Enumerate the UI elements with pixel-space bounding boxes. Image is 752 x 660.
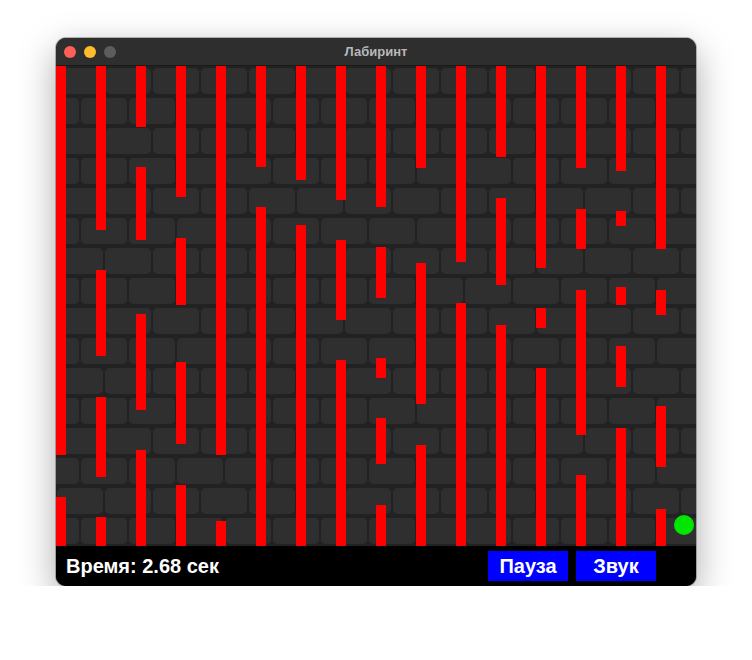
maze-wall xyxy=(576,475,586,546)
timer-label: Время: 2.68 сек xyxy=(66,551,219,581)
window-controls xyxy=(64,38,116,66)
maze-wall xyxy=(656,290,666,315)
pause-button[interactable]: Пауза xyxy=(488,551,568,581)
maze-wall xyxy=(136,66,146,127)
maze-wall xyxy=(616,66,626,171)
maze-wall xyxy=(216,66,226,455)
maze-wall xyxy=(536,368,546,546)
maze-wall xyxy=(416,263,426,404)
maze-wall xyxy=(416,66,426,168)
maze-wall xyxy=(56,497,66,546)
maze-wall xyxy=(376,505,386,546)
maze-wall xyxy=(576,209,586,249)
maze-wall xyxy=(216,521,226,546)
player-ball[interactable] xyxy=(674,515,694,535)
game-window: Лабиринт Время: 2.68 сек Пауза Звук xyxy=(56,38,696,586)
maze-wall xyxy=(296,66,306,180)
zoom-icon[interactable] xyxy=(104,46,116,58)
maze-wall xyxy=(456,303,466,546)
maze-wall xyxy=(56,66,66,455)
maze-wall xyxy=(416,445,426,546)
maze-wall xyxy=(576,290,586,435)
maze-wall xyxy=(256,66,266,167)
maze-wall xyxy=(376,66,386,207)
close-icon[interactable] xyxy=(64,46,76,58)
maze-wall xyxy=(656,66,666,249)
maze-wall xyxy=(176,66,186,197)
sound-button[interactable]: Звук xyxy=(576,551,656,581)
maze-wall xyxy=(136,314,146,410)
maze-wall xyxy=(656,406,666,467)
maze-wall xyxy=(96,66,106,230)
maze-wall xyxy=(176,362,186,444)
maze-wall xyxy=(376,358,386,378)
control-buttons: Пауза Звук xyxy=(488,551,656,581)
maze-wall xyxy=(376,247,386,298)
maze-field xyxy=(56,66,696,546)
maze-wall xyxy=(496,198,506,285)
maze-wall xyxy=(616,428,626,546)
status-bar: Время: 2.68 сек Пауза Звук xyxy=(56,546,696,586)
maze-wall xyxy=(576,66,586,168)
maze-wall xyxy=(336,66,346,200)
maze-wall xyxy=(136,450,146,546)
maze-wall xyxy=(376,418,386,464)
maze-wall xyxy=(336,360,346,546)
minimize-icon[interactable] xyxy=(84,46,96,58)
maze-wall xyxy=(176,485,186,546)
maze-wall xyxy=(256,207,266,546)
maze-wall xyxy=(176,238,186,305)
maze-wall xyxy=(496,325,506,546)
maze-wall xyxy=(336,240,346,320)
maze-wall xyxy=(616,211,626,226)
title-bar: Лабиринт xyxy=(56,38,696,66)
maze-wall xyxy=(536,308,546,328)
maze-wall xyxy=(96,517,106,546)
maze-wall xyxy=(536,66,546,268)
maze-wall xyxy=(456,66,466,262)
maze-wall xyxy=(496,66,506,157)
maze-wall xyxy=(616,346,626,387)
maze-wall xyxy=(96,397,106,477)
maze-wall xyxy=(296,225,306,546)
maze-wall xyxy=(136,167,146,240)
window-title: Лабиринт xyxy=(56,38,696,66)
maze-wall xyxy=(96,270,106,356)
maze-canvas xyxy=(56,66,696,546)
brick-background xyxy=(56,66,696,546)
maze-wall xyxy=(616,287,626,305)
maze-wall xyxy=(656,509,666,546)
